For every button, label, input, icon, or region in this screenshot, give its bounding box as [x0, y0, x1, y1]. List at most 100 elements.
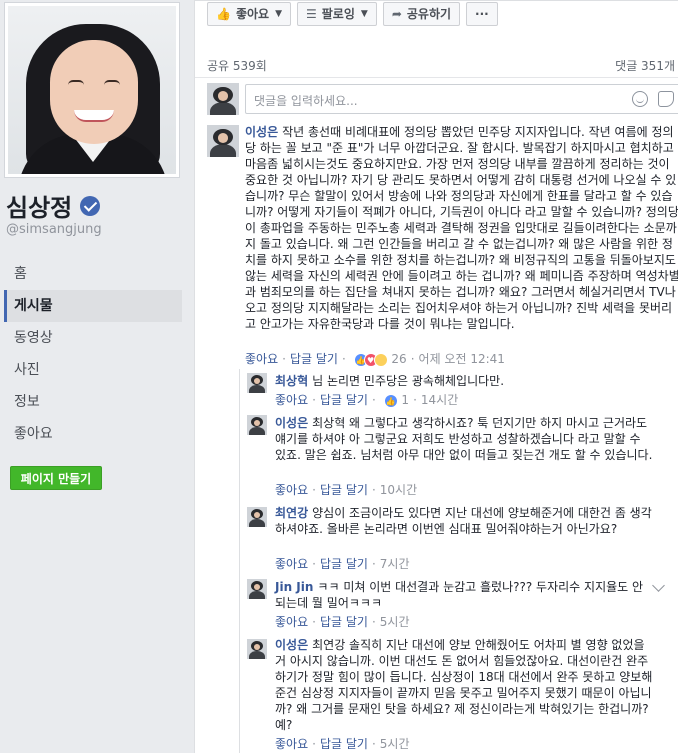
comment-input[interactable]: 댓글을 입력하세요... — [245, 84, 678, 114]
reply-text: 최상혁 왜 그렇다고 생각하시죠? 툭 던지기만 하지 마시고 근거라도 얘기를… — [275, 416, 653, 462]
share-button[interactable]: ➦ 공유하기 — [382, 1, 461, 26]
nav-item-home[interactable]: 홈 — [4, 258, 182, 290]
follow-label: 팔로잉 — [321, 7, 355, 21]
more-label: ··· — [475, 6, 489, 21]
reaction-summary[interactable]: 👍 ♥ — [353, 352, 388, 367]
share-count[interactable]: 공유 539회 — [207, 57, 267, 74]
reply-time[interactable]: 5시간 — [380, 615, 410, 629]
separator: · — [371, 737, 376, 751]
reply-time[interactable]: 5시간 — [380, 737, 410, 751]
separator: · — [282, 352, 286, 366]
post-card: 👍 좋아요 ▼ ☰ 팔로잉 ▼ ➦ 공유하기 ··· 공유 539회 댓글 35… — [194, 0, 678, 753]
follow-button[interactable]: ☰ 팔로잉 ▼ — [297, 1, 377, 26]
reply-avatar[interactable] — [247, 507, 267, 527]
reply-author[interactable]: Jin Jin — [275, 580, 313, 594]
comment-time[interactable]: 어제 오전 12:41 — [419, 352, 505, 366]
reply: 최상혁 님 논리면 민주당은 광속해체입니다만. — [275, 373, 655, 389]
reply: 이성은 최연강 솔직히 지난 대선에 양보 안해줬어도 어차피 별 영향 없었을 … — [275, 637, 655, 733]
composer-avatar — [207, 83, 239, 115]
more-button[interactable]: ··· — [466, 1, 498, 26]
reply-like-link[interactable]: 좋아요 — [275, 483, 308, 497]
nav-item-photos[interactable]: 사진 — [4, 354, 182, 386]
reply-avatar[interactable] — [247, 579, 267, 599]
like-page-button[interactable]: 👍 좋아요 ▼ — [207, 1, 291, 26]
rss-icon: ☰ — [306, 6, 317, 21]
chevron-down-icon[interactable] — [652, 579, 665, 592]
separator: · — [371, 615, 376, 629]
reply-reply-link[interactable]: 답글 달기 — [320, 615, 368, 629]
create-page-button[interactable]: 페이지 만들기 — [10, 466, 102, 490]
reply-reply-link[interactable]: 답글 달기 — [320, 737, 368, 751]
reply-like-link[interactable]: 좋아요 — [275, 615, 308, 629]
reply: 이성은 최상혁 왜 그렇다고 생각하시죠? 툭 던지기만 하지 마시고 근거라도 … — [275, 415, 655, 463]
reply-thread-line — [239, 369, 240, 753]
separator: · — [312, 737, 316, 751]
avatar-face — [217, 91, 229, 101]
comment-like-link[interactable]: 좋아요 — [245, 352, 278, 366]
page-handle: @simsangjung — [6, 222, 102, 237]
sticker-icon[interactable] — [658, 91, 674, 107]
profile-photo — [8, 6, 176, 174]
share-arrow-icon: ➦ — [391, 6, 402, 21]
avatar-body — [248, 519, 266, 527]
caret-down-icon: ▼ — [275, 8, 282, 19]
reply-meta: 좋아요 · 답글 달기 · 5시간 — [275, 613, 409, 630]
comment-avatar[interactable] — [207, 125, 239, 157]
comment-reply-link[interactable]: 답글 달기 — [290, 352, 338, 366]
reply-avatar[interactable] — [247, 415, 267, 435]
smiley-icon[interactable] — [632, 91, 648, 107]
thumbs-up-icon: 👍 — [216, 6, 231, 21]
reply-like-link[interactable]: 좋아요 — [275, 737, 308, 751]
verified-badge-icon — [80, 195, 101, 216]
reply-reply-link[interactable]: 답글 달기 — [320, 483, 368, 497]
reply-author[interactable]: 최연강 — [275, 506, 308, 520]
reply-author[interactable]: 이성은 — [275, 416, 308, 430]
reply-author[interactable]: 이성은 — [275, 638, 308, 652]
separator: · — [312, 483, 316, 497]
comment-author[interactable]: 이성은 — [245, 125, 278, 139]
separator: · — [341, 352, 346, 366]
separator: · — [312, 557, 316, 571]
reaction-summary[interactable]: 👍 — [383, 393, 398, 408]
separator: · — [312, 615, 316, 629]
facebook-page: 심상정 @simsangjung 홈 게시물 동영상 사진 정보 좋아요 페이지… — [0, 0, 678, 753]
comment: 이성은 작년 총선때 비례대표에 정의당 뽑았던 민주당 지지자입니다. 작년 여… — [245, 124, 678, 332]
reply-meta: 좋아요 · 답글 달기 · 5시간 — [275, 735, 409, 752]
page-title[interactable]: 심상정 — [6, 188, 101, 223]
comment-meta: 좋아요 · 답글 달기 · 👍 ♥ 26 · 어제 오전 12:41 — [245, 350, 505, 367]
nav-item-likes[interactable]: 좋아요 — [4, 418, 182, 450]
reply-time[interactable]: 14시간 — [421, 393, 458, 407]
page-name-text[interactable]: 심상정 — [6, 188, 72, 223]
avatar-body — [248, 651, 266, 659]
reply-time[interactable]: 7시간 — [380, 557, 410, 571]
avatar-body — [248, 385, 266, 393]
nav-item-about[interactable]: 정보 — [4, 386, 182, 418]
reply-like-link[interactable]: 좋아요 — [275, 557, 308, 571]
separator: · — [312, 393, 316, 407]
separator: · — [371, 483, 376, 497]
nav-item-posts[interactable]: 게시물 — [4, 290, 182, 322]
nav-item-videos[interactable]: 동영상 — [4, 322, 182, 354]
separator: · — [413, 393, 417, 407]
avatar-body — [248, 427, 266, 435]
reply-avatar[interactable] — [247, 373, 267, 393]
reply-like-link[interactable]: 좋아요 — [275, 393, 308, 407]
avatar-body — [209, 102, 237, 115]
like-reaction-icon: 👍 — [383, 393, 398, 408]
comment-count[interactable]: 댓글 351개 — [615, 57, 675, 74]
reply-reply-link[interactable]: 답글 달기 — [320, 393, 368, 407]
profile-picture[interactable] — [4, 2, 180, 178]
reply-text: 최연강 솔직히 지난 대선에 양보 안해줬어도 어차피 별 영향 없었을 거 아… — [275, 638, 653, 732]
photo-eye-left — [68, 80, 84, 85]
reaction-count: 1 — [401, 393, 410, 407]
photo-eye-right — [104, 80, 120, 85]
reply-avatar[interactable] — [247, 639, 267, 659]
reply: 최연강 양심이 조금이라도 있다면 지난 대선에 양보해준거에 대한건 좀 생각하… — [275, 505, 655, 537]
reply-author[interactable]: 최상혁 — [275, 374, 308, 388]
reply-time[interactable]: 10시간 — [380, 483, 417, 497]
reply-reply-link[interactable]: 답글 달기 — [320, 557, 368, 571]
comment-text: 작년 총선때 비례대표에 정의당 뽑았던 민주당 지지자입니다. 작년 여름에 … — [245, 125, 678, 331]
avatar-body — [209, 144, 237, 157]
separator: · — [371, 557, 376, 571]
avatar-face — [217, 133, 229, 143]
